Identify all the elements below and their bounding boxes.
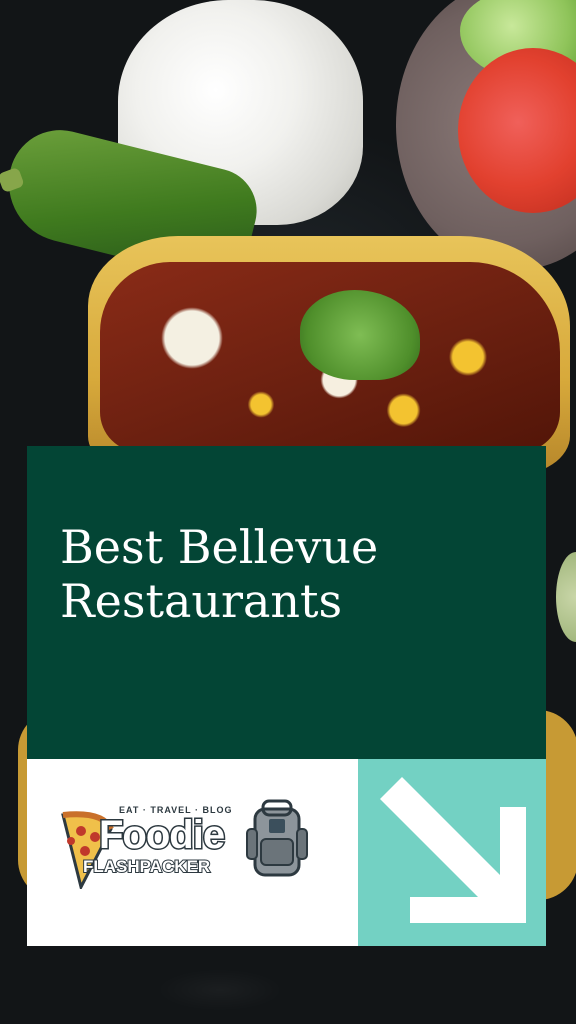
- side-bowl: [556, 552, 576, 642]
- title-panel: Best Bellevue Restaurants: [27, 446, 546, 759]
- logo-panel: EAT · TRAVEL · BLOG Foodie FLASHPACKER: [27, 759, 358, 946]
- page-title: Best Bellevue Restaurants: [60, 520, 379, 628]
- arrow-panel[interactable]: [358, 759, 546, 946]
- foodie-flashpacker-logo[interactable]: EAT · TRAVEL · BLOG Foodie FLASHPACKER: [55, 799, 315, 899]
- backpack-icon: [246, 799, 308, 877]
- logo-foodie-text: Foodie: [97, 812, 226, 859]
- arrow-down-right-icon: [380, 777, 526, 923]
- pin-card: Best Bellevue Restaurants EAT · TRAVEL ·…: [27, 446, 546, 946]
- logo-flashpacker-text: FLASHPACKER: [82, 856, 211, 877]
